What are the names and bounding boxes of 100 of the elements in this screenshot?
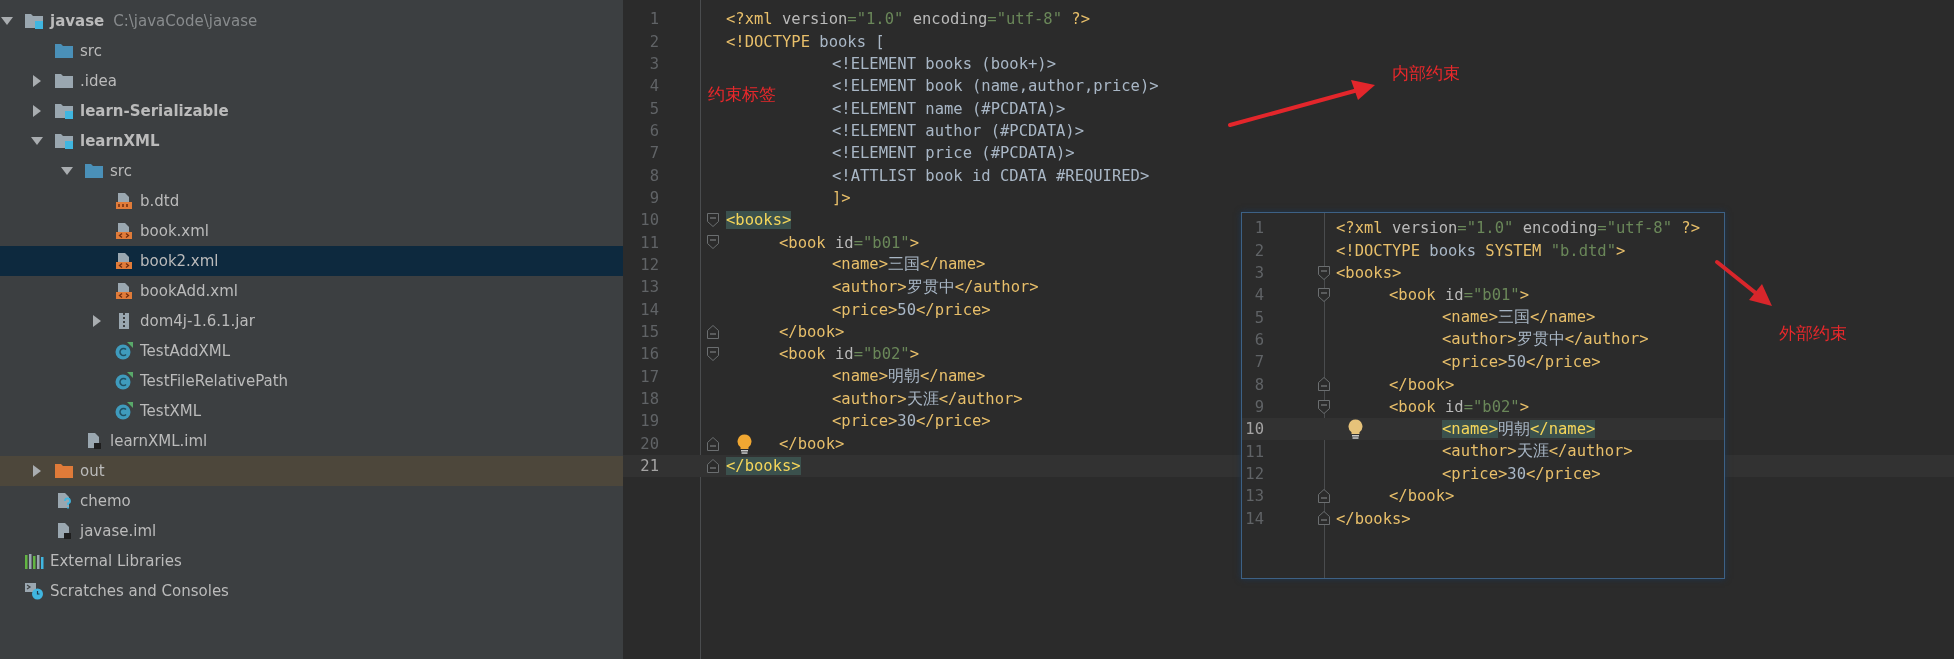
tree-item[interactable]: .idea <box>0 66 623 96</box>
tree-item[interactable]: learnXML <box>0 126 623 156</box>
tree-item[interactable]: bookAdd.xml <box>0 276 623 306</box>
code-line: <name>三国</name> <box>832 254 986 276</box>
line-number: 5 <box>1253 308 1264 327</box>
collapse-arrow-icon[interactable] <box>33 75 41 87</box>
collapse-arrow-icon[interactable] <box>33 465 41 477</box>
code-line: <book id="b01"> <box>1389 286 1529 305</box>
xml-file-icon <box>114 252 134 270</box>
tree-item[interactable]: TestFileRelativePath <box>0 366 623 396</box>
module-folder-icon <box>54 132 74 150</box>
line-number: 12 <box>639 255 659 274</box>
module-folder-icon <box>24 12 44 30</box>
line-number: 11 <box>639 233 659 252</box>
fold-icon[interactable] <box>1318 288 1330 303</box>
tree-item[interactable]: book2.xml <box>0 246 623 276</box>
source-folder-icon <box>54 42 74 60</box>
expand-arrow-icon[interactable] <box>31 137 43 145</box>
line-number: 16 <box>639 345 659 364</box>
tree-item[interactable]: src <box>0 156 623 186</box>
item-label: b.dtd <box>140 192 180 210</box>
fold-icon[interactable] <box>1318 377 1330 392</box>
fold-icon[interactable] <box>707 235 719 250</box>
fold-icon[interactable] <box>1318 511 1330 526</box>
line-number: 14 <box>1244 509 1264 528</box>
code-line: </book> <box>1389 487 1455 506</box>
line-number: 15 <box>639 323 659 341</box>
code-line: <book id="b01"> <box>779 233 919 252</box>
tree-item[interactable]: b.dtd <box>0 186 623 216</box>
line-number: 8 <box>648 166 659 185</box>
code-line: <!ATTLIST book id CDATA #REQUIRED> <box>832 166 1150 185</box>
tree-item[interactable]: TestAddXML <box>0 336 623 366</box>
line-number: 7 <box>648 144 659 163</box>
line-number: 4 <box>1253 286 1264 305</box>
line-number: 7 <box>1253 353 1264 372</box>
code-line: <!ELEMENT book (name,author,price)> <box>832 77 1159 96</box>
path-hint: C:\javaCode\javase <box>113 12 258 30</box>
fold-icon[interactable] <box>707 436 719 451</box>
arrow <box>1715 260 1772 306</box>
xml-file-icon <box>114 282 134 300</box>
tree-item[interactable]: src <box>0 36 623 66</box>
item-label: chemo <box>80 492 131 510</box>
fold-icon[interactable] <box>707 324 719 339</box>
dtd-file-icon <box>114 192 134 210</box>
code-line: <name>明朝</name> <box>832 366 986 388</box>
class-icon <box>114 402 134 420</box>
collapse-arrow-icon[interactable] <box>93 315 101 327</box>
code-line: <!ELEMENT books (book+)> <box>832 54 1056 73</box>
fold-icon[interactable] <box>1318 265 1330 280</box>
code-line: <?xml version="1.0" encoding="utf-8" ?> <box>1336 219 1700 238</box>
item-label: learnXML.iml <box>110 432 208 450</box>
code-line: <author>罗贯中</author> <box>1442 329 1649 351</box>
item-label: book.xml <box>140 222 209 240</box>
line-number: 4 <box>648 77 659 96</box>
line-number: 9 <box>1253 397 1264 416</box>
line-number: 1 <box>1253 219 1264 238</box>
line-number: 19 <box>639 412 659 431</box>
code-line: <!DOCTYPE books [ <box>726 32 885 51</box>
fold-icon[interactable] <box>707 347 719 362</box>
tree-item[interactable]: Scratches and Consoles <box>0 576 623 606</box>
item-label: out <box>80 462 105 480</box>
lightbulb-icon[interactable] <box>1348 419 1363 440</box>
code-line: <books> <box>1336 263 1402 282</box>
expand-arrow-icon[interactable] <box>1 17 13 25</box>
expand-arrow-icon[interactable] <box>61 167 73 175</box>
fold-icon[interactable] <box>707 458 719 473</box>
tree-item[interactable]: learnXML.iml <box>0 426 623 456</box>
tree-item[interactable]: External Libraries <box>0 546 623 576</box>
tree-item[interactable]: out <box>0 456 623 486</box>
tree-item[interactable]: learn-Serializable <box>0 96 623 126</box>
line-number: 21 <box>639 457 659 476</box>
item-label: dom4j-1.6.1.jar <box>140 312 255 330</box>
lightbulb-icon[interactable] <box>737 433 752 454</box>
source-folder-icon <box>84 162 104 180</box>
code-line: <author>天涯</author> <box>1442 441 1633 463</box>
line-number: 13 <box>1244 487 1264 506</box>
item-label: Scratches and Consoles <box>50 582 229 600</box>
library-icon <box>24 552 44 570</box>
code-line: <book id="b02"> <box>1389 397 1529 416</box>
code-line: <!ELEMENT name (#PCDATA)> <box>832 99 1066 118</box>
xml-file-icon <box>114 222 134 240</box>
line-number: 1 <box>648 10 659 29</box>
item-label: External Libraries <box>50 552 182 570</box>
tree-item[interactable]: book.xml <box>0 216 623 246</box>
tree-item[interactable]: javase.iml <box>0 516 623 546</box>
fold-icon[interactable] <box>1318 399 1330 414</box>
folder-icon <box>54 462 74 480</box>
code-line: <author>天涯</author> <box>832 388 1023 410</box>
fold-icon[interactable] <box>707 213 719 228</box>
tree-item[interactable]: dom4j-1.6.1.jar <box>0 306 623 336</box>
item-label: src <box>110 162 132 180</box>
fold-icon[interactable] <box>1318 489 1330 504</box>
tree-item[interactable]: TestXML <box>0 396 623 426</box>
item-label: TestAddXML <box>140 342 231 360</box>
tree-item[interactable]: chemo <box>0 486 623 516</box>
collapse-arrow-icon[interactable] <box>33 105 41 117</box>
annotation-text: 外部约束 <box>1779 322 1847 345</box>
code-line: <name>明朝</name> <box>1442 418 1596 440</box>
tree-item[interactable]: javase C:\javaCode\javase <box>0 6 623 36</box>
class-icon <box>114 372 134 390</box>
